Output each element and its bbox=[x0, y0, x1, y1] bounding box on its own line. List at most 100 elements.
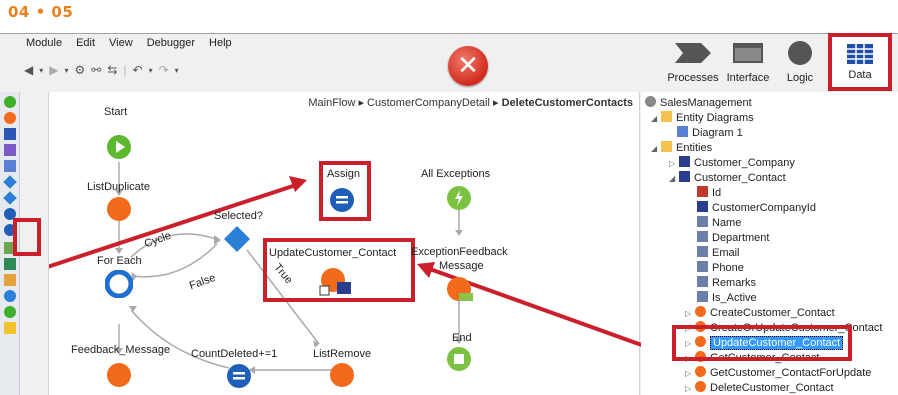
tree-customer-contact-label: Customer_Contact bbox=[694, 172, 786, 184]
feedback-node-icon[interactable] bbox=[106, 362, 132, 388]
dropdown-icon[interactable]: ▾ bbox=[39, 66, 43, 75]
highlight-assign-node bbox=[319, 161, 371, 221]
settings-icon[interactable]: ⚙ bbox=[75, 63, 86, 77]
entity-icon bbox=[679, 171, 690, 182]
back-icon[interactable]: ◀ bbox=[24, 63, 33, 77]
tree-customer-contact[interactable]: ◢ Customer_Contact bbox=[669, 171, 786, 186]
tab-data-label: Data bbox=[848, 69, 872, 81]
collapse-icon[interactable]: ▷ bbox=[685, 306, 693, 321]
flow-canvas[interactable]: MainFlow ▸ CustomerCompanyDetail ▸ Delet… bbox=[48, 92, 641, 395]
entity-action-icon bbox=[695, 306, 706, 317]
tree-entity-diagrams[interactable]: ◢ Entity Diagrams bbox=[651, 111, 754, 126]
tree-customer-company[interactable]: ▷ Customer_Company bbox=[669, 156, 795, 171]
tree-attribute[interactable]: CustomerCompanyId bbox=[697, 201, 816, 216]
forward-icon[interactable]: ▶ bbox=[49, 63, 58, 77]
menu-debugger[interactable]: Debugger bbox=[147, 37, 195, 49]
undo-icon[interactable]: ↶ bbox=[133, 63, 143, 77]
attribute-icon bbox=[697, 246, 708, 257]
entity-tool-icon[interactable] bbox=[4, 128, 16, 140]
tree-attribute[interactable]: Is_Active bbox=[697, 291, 757, 306]
tree-action[interactable]: ▷ CreateCustomer_Contact bbox=[685, 306, 835, 321]
app-window: Module Edit View Debugger Help ◀ ▾ ▶ ▾ ⚙… bbox=[0, 33, 898, 395]
end-tool-icon[interactable] bbox=[4, 306, 16, 318]
redo-icon[interactable]: ↷ bbox=[159, 63, 169, 77]
data-grid-icon bbox=[847, 44, 873, 64]
close-icon[interactable]: ✕ bbox=[448, 46, 488, 86]
start-node-icon[interactable] bbox=[106, 134, 132, 160]
data-tree: SalesManagement ◢ Entity Diagrams Diagram… bbox=[641, 92, 898, 395]
attr-label: Phone bbox=[712, 262, 744, 274]
compare-icon[interactable]: ⚯ bbox=[91, 63, 101, 77]
dropdown-icon[interactable]: ▾ bbox=[64, 66, 68, 75]
collapse-icon[interactable]: ▷ bbox=[669, 156, 677, 171]
allexceptions-node-icon[interactable] bbox=[445, 184, 473, 212]
entity-action-icon bbox=[695, 381, 706, 392]
folder-icon bbox=[661, 111, 672, 122]
tree-diagram-1[interactable]: Diagram 1 bbox=[677, 126, 743, 141]
attribute-icon bbox=[697, 261, 708, 272]
attr-label: Remarks bbox=[712, 277, 757, 289]
expand-icon[interactable]: ◢ bbox=[651, 141, 659, 156]
start-tool-icon[interactable] bbox=[4, 96, 16, 108]
folder-icon bbox=[661, 141, 672, 152]
node-selected-label: Selected? bbox=[214, 210, 263, 222]
foreach-node-icon[interactable] bbox=[105, 270, 133, 298]
sql-tool-icon[interactable] bbox=[4, 144, 16, 156]
tree-attribute[interactable]: Department bbox=[697, 231, 769, 246]
if-tool-icon[interactable] bbox=[3, 175, 17, 189]
dropdown-icon[interactable]: ▾ bbox=[175, 66, 179, 75]
tree-attribute[interactable]: Remarks bbox=[697, 276, 756, 291]
attribute-icon bbox=[697, 291, 708, 302]
separator-icon: | bbox=[123, 63, 127, 77]
tree-customer-company-label: Customer_Company bbox=[694, 157, 795, 169]
exceptionfeedback-node-icon[interactable] bbox=[445, 275, 475, 303]
tree-root-label: SalesManagement bbox=[660, 97, 752, 109]
diagram-icon bbox=[677, 126, 688, 137]
tree-action[interactable]: ▷ DeleteCustomer_Contact bbox=[685, 381, 834, 395]
end-node-icon[interactable] bbox=[446, 346, 472, 372]
tree-action[interactable]: ▷ GetCustomer_ContactForUpdate bbox=[685, 366, 871, 381]
email-tool-icon[interactable] bbox=[4, 274, 16, 286]
merge-icon[interactable]: ⇆ bbox=[107, 63, 117, 77]
layer-tabs: Processes Interface Logic Data bbox=[664, 33, 898, 91]
tab-logic[interactable]: Logic bbox=[776, 34, 824, 88]
tab-logic-label: Logic bbox=[786, 72, 814, 84]
listduplicate-node-icon[interactable] bbox=[106, 196, 132, 222]
tree-root[interactable]: SalesManagement bbox=[645, 96, 752, 111]
tree-attribute[interactable]: Name bbox=[697, 216, 741, 231]
countdeleted-node-icon[interactable] bbox=[225, 362, 253, 390]
entity-icon bbox=[679, 156, 690, 167]
warning-tool-icon[interactable] bbox=[4, 322, 16, 334]
listremove-node-icon[interactable] bbox=[329, 362, 355, 388]
menu-edit[interactable]: Edit bbox=[76, 37, 95, 49]
expand-icon[interactable]: ◢ bbox=[651, 111, 659, 126]
tab-data[interactable]: Data bbox=[828, 33, 892, 91]
switch-tool-icon[interactable] bbox=[3, 191, 17, 205]
menu-module[interactable]: Module bbox=[26, 37, 62, 49]
tree-entities[interactable]: ◢ Entities bbox=[651, 141, 712, 156]
module-icon bbox=[645, 96, 656, 107]
menu-help[interactable]: Help bbox=[209, 37, 232, 49]
collapse-icon[interactable]: ▷ bbox=[685, 366, 693, 381]
menu-view[interactable]: View bbox=[109, 37, 133, 49]
excel-tool-icon[interactable] bbox=[4, 258, 16, 270]
selected-if-icon[interactable] bbox=[222, 224, 252, 254]
refresh-tool-icon[interactable] bbox=[4, 290, 16, 302]
action-tool-icon[interactable] bbox=[4, 112, 16, 124]
tree-attribute[interactable]: Phone bbox=[697, 261, 744, 276]
tab-interface[interactable]: Interface bbox=[722, 34, 774, 88]
tree-attribute[interactable]: Email bbox=[697, 246, 740, 261]
collapse-icon[interactable]: ▷ bbox=[685, 381, 693, 395]
tree-diagram-1-label: Diagram 1 bbox=[692, 127, 743, 139]
expand-icon[interactable]: ◢ bbox=[669, 171, 677, 186]
attribute-icon bbox=[697, 276, 708, 287]
logic-icon bbox=[788, 41, 812, 65]
aggregate-tool-icon[interactable] bbox=[4, 160, 16, 172]
node-foreach-label: For Each bbox=[97, 255, 142, 267]
highlight-assign-tool bbox=[13, 218, 41, 256]
tree-attribute[interactable]: Id bbox=[697, 186, 721, 201]
dropdown-icon[interactable]: ▾ bbox=[149, 66, 153, 75]
tab-processes[interactable]: Processes bbox=[664, 34, 722, 88]
tab-interface-label: Interface bbox=[726, 72, 770, 84]
attr-label: Department bbox=[712, 232, 770, 244]
